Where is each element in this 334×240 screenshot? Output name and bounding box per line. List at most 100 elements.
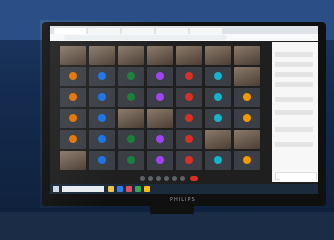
participant-tile[interactable] [118,151,144,170]
participant-tile[interactable] [234,88,260,107]
taskbar-search[interactable] [62,186,104,192]
chat-panel [272,42,318,182]
raise-hand-button[interactable] [164,176,169,181]
avatar [69,72,77,80]
participant-tile[interactable] [89,67,115,86]
avatar [69,93,77,101]
participant-tile[interactable] [118,46,144,65]
participant-tile[interactable] [205,88,231,107]
chat-message [275,52,313,57]
mic-button[interactable] [140,176,145,181]
avatar [185,156,193,164]
avatar [243,156,251,164]
participant-tile[interactable] [147,109,173,128]
avatar [98,135,106,143]
avatar [214,93,222,101]
participant-tile[interactable] [60,151,86,170]
avatar [243,114,251,122]
avatar [185,72,193,80]
avatar [185,135,193,143]
participant-tile[interactable] [205,151,231,170]
avatar [98,156,106,164]
photo: PHILIPS [0,0,334,240]
taskbar-app-icon[interactable] [108,186,114,192]
participant-tile[interactable] [147,46,173,65]
avatar [127,93,135,101]
participant-tile[interactable] [234,109,260,128]
url-field[interactable] [64,35,227,40]
participant-tile[interactable] [147,151,173,170]
desk-surface [0,212,334,240]
participant-tile[interactable] [205,109,231,128]
participant-tile[interactable] [234,151,260,170]
participant-tile[interactable] [60,130,86,149]
participant-tile[interactable] [147,67,173,86]
avatar [69,114,77,122]
avatar [156,156,164,164]
participant-tile[interactable] [176,67,202,86]
participant-tile[interactable] [234,67,260,86]
more-options-button[interactable] [180,176,185,181]
meeting-controls [50,172,272,184]
chat-message [275,127,313,132]
avatar [214,156,222,164]
participant-tile[interactable] [118,130,144,149]
participant-tile[interactable] [118,67,144,86]
participant-tile[interactable] [176,151,202,170]
avatar [98,114,106,122]
participant-tile[interactable] [89,109,115,128]
avatar [243,93,251,101]
avatar [214,72,222,80]
participant-tile[interactable] [60,88,86,107]
notification-popup[interactable] [280,174,316,182]
avatar [156,72,164,80]
participant-tile[interactable] [118,109,144,128]
avatar [69,135,77,143]
participant-tile[interactable] [147,130,173,149]
participant-tile[interactable] [205,67,231,86]
participant-grid [60,46,265,170]
participant-tile[interactable] [234,130,260,149]
avatar [214,114,222,122]
avatar [185,114,193,122]
participant-tile[interactable] [89,130,115,149]
participant-tile[interactable] [89,151,115,170]
participant-tile[interactable] [89,88,115,107]
chat-message [275,72,313,77]
participant-tile[interactable] [60,109,86,128]
participant-tile[interactable] [60,46,86,65]
taskbar-app-icon[interactable] [117,186,123,192]
participant-tile[interactable] [205,46,231,65]
chat-message [275,97,313,102]
chat-message [275,62,313,67]
participant-tile[interactable] [89,46,115,65]
camera-button[interactable] [148,176,153,181]
participant-tile[interactable] [60,67,86,86]
browser-tab-bar [50,26,318,34]
participant-tile[interactable] [176,88,202,107]
avatar [156,93,164,101]
start-icon[interactable] [53,186,59,192]
participant-tile[interactable] [147,88,173,107]
monitor-screen [50,26,318,194]
chat-message [275,110,313,115]
end-call-button[interactable] [190,176,198,181]
avatar [127,156,135,164]
present-button[interactable] [172,176,177,181]
taskbar-app-icon[interactable] [144,186,150,192]
captions-button[interactable] [156,176,161,181]
taskbar [50,184,318,194]
participant-tile[interactable] [176,130,202,149]
participant-tile[interactable] [176,109,202,128]
chat-message [275,82,313,87]
participant-tile[interactable] [118,88,144,107]
avatar [156,135,164,143]
participant-tile[interactable] [205,130,231,149]
participant-tile[interactable] [176,46,202,65]
avatar [127,72,135,80]
avatar [127,135,135,143]
taskbar-app-icon[interactable] [126,186,132,192]
taskbar-app-icon[interactable] [135,186,141,192]
browser-address-bar [50,34,318,41]
participant-tile[interactable] [234,46,260,65]
